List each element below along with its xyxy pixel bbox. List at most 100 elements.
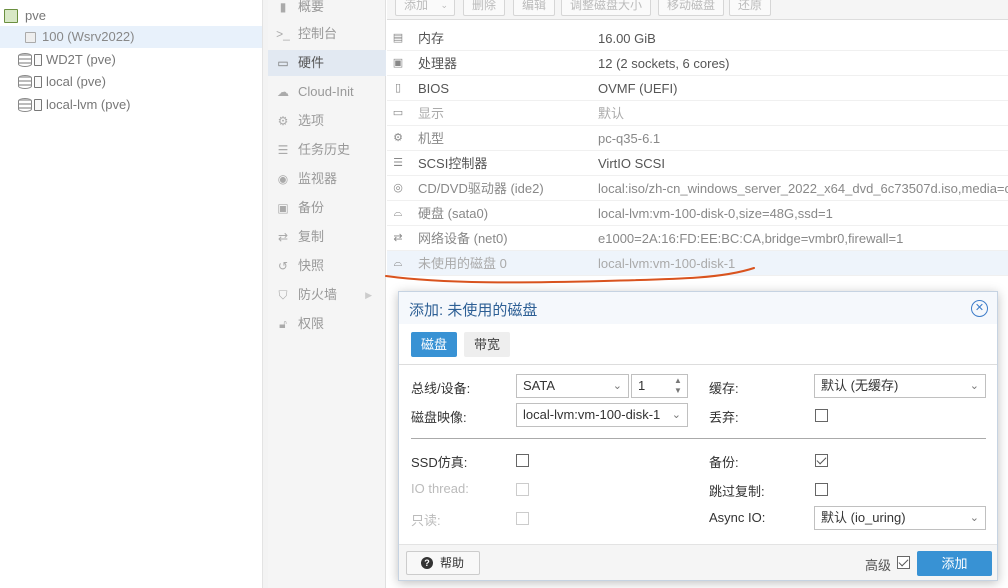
server-icon: [4, 9, 18, 23]
exchange-icon: ⇄: [393, 232, 403, 244]
nav-item-console[interactable]: >_ 控制台: [268, 21, 386, 47]
hdd-icon: ⌓: [393, 257, 403, 269]
nav-item-task-history[interactable]: ☰ 任务历史: [268, 137, 386, 163]
hardware-row-hard-disk[interactable]: ⌓ 硬盘 (sata0) local-lvm:vm-100-disk-0,siz…: [387, 201, 1008, 226]
nav-item-label: Cloud-Init: [298, 84, 354, 99]
cache-select[interactable]: 默认 (无缓存) ⌄: [814, 374, 986, 398]
nav-item-summary[interactable]: ▮ 概要: [268, 0, 386, 20]
nav-item-backup[interactable]: ▣ 备份: [268, 195, 386, 221]
tree-node-label: 100 (Wsrv2022): [42, 29, 135, 44]
nav-item-hardware[interactable]: ▭ 硬件: [268, 50, 386, 76]
vm-icon: [25, 32, 36, 43]
hardware-value: e1000=2A:16:FD:EE:BC:CA,bridge=vmbr0,fir…: [598, 231, 904, 246]
storage-icon: [34, 76, 42, 88]
nav-item-monitor[interactable]: ◉ 监视器: [268, 166, 386, 192]
nav-item-permissions[interactable]: 🔓︎ 权限: [268, 311, 386, 337]
read-only-label: 只读:: [411, 513, 441, 528]
tree-node-label: local (pve): [46, 74, 106, 89]
revert-button[interactable]: 还原: [729, 0, 772, 16]
tree-node-pve[interactable]: pve: [0, 5, 262, 27]
edit-button[interactable]: 编辑: [513, 0, 556, 16]
history-icon: ↺: [277, 259, 289, 273]
hardware-row-bios[interactable]: ▯ BIOS OVMF (UEFI): [387, 76, 1008, 101]
hardware-row-display[interactable]: ▭ 显示 默认: [387, 101, 1008, 126]
bus-select[interactable]: SATA ⌄: [516, 374, 629, 398]
nav-item-replication[interactable]: ⇄ 复制: [268, 224, 386, 250]
discard-checkbox[interactable]: [815, 409, 828, 422]
hardware-row-scsi-controller[interactable]: ☰ SCSI控制器 VirtIO SCSI: [387, 151, 1008, 176]
remove-button[interactable]: 删除: [463, 0, 506, 16]
dialog-footer: ? 帮助 高级 添加: [399, 544, 997, 580]
dialog-body: 总线/设备: SATA ⌄ 1 ▲ ▼ 缓存: 默认 (无缓存) ⌄ 磁盘映像: …: [399, 364, 997, 544]
chevron-down-icon: ⌄: [440, 0, 448, 10]
cogs-icon: ⚙: [393, 132, 403, 144]
tree-node-wd2t[interactable]: WD2T (pve): [0, 49, 262, 71]
hardware-row-machine[interactable]: ⚙ 机型 pc-q35-6.1: [387, 126, 1008, 151]
io-thread-label: IO thread:: [411, 481, 469, 496]
monitor-icon: ▭: [277, 56, 289, 70]
read-only-checkbox[interactable]: [516, 512, 529, 525]
hardware-value: 默认: [598, 106, 625, 121]
hardware-row-memory[interactable]: ▤ 内存 16.00 GiB: [387, 26, 1008, 51]
floppy-icon: ▣: [277, 201, 289, 215]
cloud-icon: ☁: [277, 85, 289, 99]
database-icon: [18, 53, 32, 67]
nav-item-snapshots[interactable]: ↺ 快照: [268, 253, 386, 279]
database-icon: [18, 98, 32, 112]
resize-disk-button[interactable]: 调整磁盘大小: [561, 0, 652, 16]
nav-item-options[interactable]: ⚙ 选项: [268, 108, 386, 134]
tree-node-label: local-lvm (pve): [46, 97, 131, 112]
chevron-down-icon: ⌄: [969, 512, 979, 524]
nav-item-label: 监视器: [298, 171, 338, 186]
nav-item-cloud-init[interactable]: ☁ Cloud-Init: [268, 79, 386, 105]
add-button[interactable]: 添加: [917, 551, 992, 576]
move-disk-button[interactable]: 移动磁盘: [658, 0, 725, 16]
add-unused-disk-dialog: 添加: 未使用的磁盘 ✕ 磁盘 带宽 总线/设备: SATA ⌄ 1 ▲ ▼ 缓存…: [398, 291, 998, 581]
device-index-stepper[interactable]: 1 ▲ ▼: [631, 374, 688, 398]
ssd-emulation-checkbox[interactable]: [516, 454, 529, 467]
tab-bandwidth[interactable]: 带宽: [464, 332, 511, 357]
nav-item-label: 权限: [298, 316, 325, 331]
disk-image-select[interactable]: local-lvm:vm-100-disk-1 ⌄: [516, 403, 688, 427]
add-hardware-button[interactable]: 添加 ⌄: [395, 0, 455, 16]
gear-icon: ⚙: [277, 114, 289, 128]
hardware-row-cdrom[interactable]: ◎ CD/DVD驱动器 (ide2) local:iso/zh-cn_windo…: [387, 176, 1008, 201]
hardware-row-processor[interactable]: ▣ 处理器 12 (2 sockets, 6 cores): [387, 51, 1008, 76]
hardware-name: 硬盘 (sata0): [418, 206, 489, 221]
tab-disk[interactable]: 磁盘: [411, 332, 458, 357]
hardware-value: 16.00 GiB: [598, 31, 656, 46]
skip-replication-checkbox[interactable]: [815, 483, 828, 496]
help-button[interactable]: ? 帮助: [406, 551, 480, 575]
cache-select-value: 默认 (无缓存): [821, 378, 899, 393]
nav-item-label: 选项: [298, 113, 325, 128]
hardware-row-unused-disk[interactable]: ⌓ 未使用的磁盘 0 local-lvm:vm-100-disk-1: [387, 251, 1008, 276]
hardware-name: 机型: [418, 131, 445, 146]
tree-node-local[interactable]: local (pve): [0, 71, 262, 93]
hardware-value: 12 (2 sockets, 6 cores): [598, 56, 730, 71]
async-io-value: 默认 (io_uring): [821, 510, 906, 525]
io-thread-checkbox[interactable]: [516, 483, 529, 496]
microchip-icon: ▯: [394, 82, 402, 94]
nav-item-firewall[interactable]: ⛉ 防火墙 ▶: [268, 282, 386, 308]
bus-device-label: 总线/设备:: [411, 381, 471, 396]
device-index-value: 1: [638, 378, 646, 393]
backup-checkbox[interactable]: [815, 454, 828, 467]
button-label: 添加: [404, 0, 429, 12]
advanced-checkbox[interactable]: [897, 556, 910, 569]
memory-icon: ▤: [392, 32, 404, 44]
question-circle-icon: ?: [421, 557, 433, 569]
hardware-value: local:iso/zh-cn_windows_server_2022_x64_…: [598, 181, 1008, 196]
hdd-icon: ⌓: [393, 207, 403, 219]
hardware-name: 内存: [418, 31, 445, 46]
close-icon[interactable]: ✕: [971, 300, 988, 317]
help-button-label: 帮助: [440, 556, 465, 570]
spinner-arrows-icon[interactable]: ▲ ▼: [673, 376, 683, 396]
hardware-row-network[interactable]: ⇄ 网络设备 (net0) e1000=2A:16:FD:EE:BC:CA,br…: [387, 226, 1008, 251]
chevron-down-icon: ⌄: [671, 409, 681, 421]
tree-node-local-lvm[interactable]: local-lvm (pve): [0, 94, 262, 116]
tree-node-vm-100[interactable]: 100 (Wsrv2022): [0, 26, 262, 48]
hardware-value: VirtIO SCSI: [598, 156, 665, 171]
async-io-select[interactable]: 默认 (io_uring) ⌄: [814, 506, 986, 530]
unlock-icon: 🔓︎: [279, 317, 287, 331]
storage-icon: [34, 99, 42, 111]
